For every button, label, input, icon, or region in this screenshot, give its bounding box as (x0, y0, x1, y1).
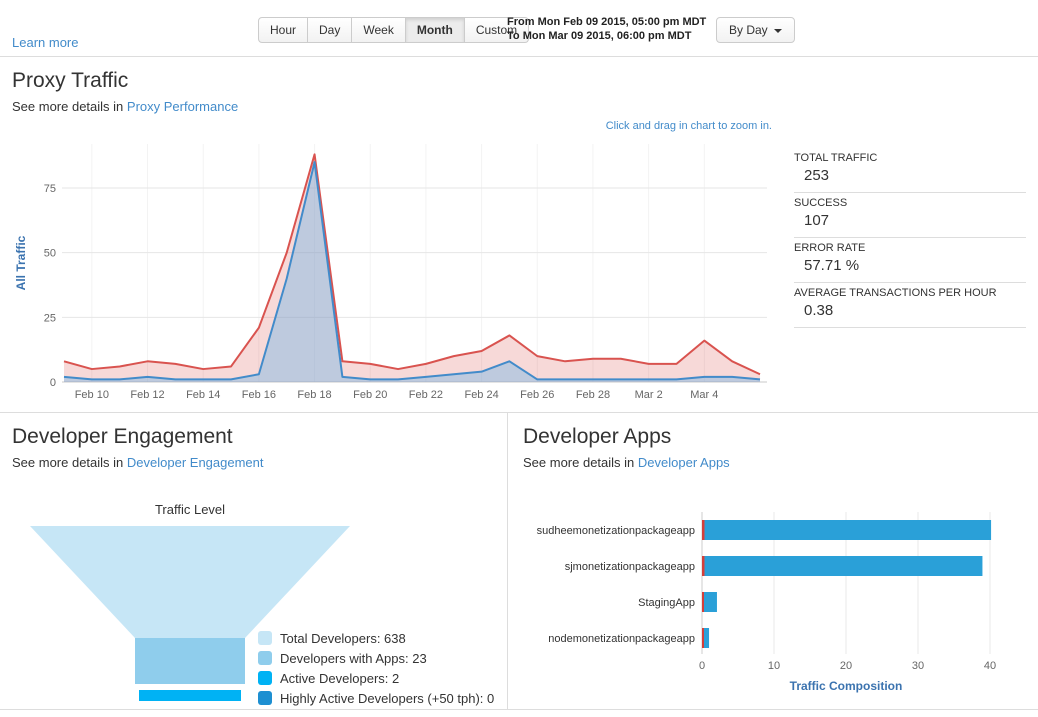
group-by-label: By Day (729, 23, 768, 37)
legend-item: Highly Active Developers (+50 tph): 0 (258, 688, 494, 708)
learn-more-link[interactable]: Learn more (12, 35, 78, 50)
svg-text:75: 75 (44, 183, 56, 195)
range-button-week[interactable]: Week (352, 17, 406, 43)
stat-label: ERROR RATE (794, 242, 866, 254)
from-value: Mon Feb 09 2015, 05:00 pm MDT (537, 16, 707, 28)
proxy-traffic-section: Proxy Traffic See more details in Proxy … (0, 69, 1038, 406)
svg-text:Feb 28: Feb 28 (576, 389, 610, 401)
to-value: Mon Mar 09 2015, 06:00 pm MDT (522, 30, 692, 42)
developer-apps-section: Developer Apps See more details in Devel… (508, 413, 1038, 709)
stat-value: 107 (804, 212, 830, 229)
svg-text:0: 0 (699, 660, 705, 672)
analytics-dashboard: Learn more Hour Day Week Month Custom From M… (0, 0, 1038, 710)
legend-swatch-icon (258, 631, 272, 645)
stat-label: SUCCESS (794, 197, 848, 209)
legend-swatch-icon (258, 671, 272, 685)
date-range-from: From Mon Feb 09 2015, 05:00 pm MDT (507, 15, 706, 29)
from-label: From (507, 16, 535, 28)
svg-text:10: 10 (768, 660, 780, 672)
caret-down-icon (773, 28, 782, 33)
svg-text:sjmonetizationpackageapp: sjmonetizationpackageapp (565, 561, 695, 573)
svg-text:40: 40 (984, 660, 996, 672)
developer-engagement-title: Developer Engagement (12, 425, 233, 448)
svg-text:sudheemonetizationpackageapp: sudheemonetizationpackageapp (537, 525, 695, 537)
range-button-day[interactable]: Day (308, 17, 353, 43)
legend-item: Total Developers: 638 (258, 628, 494, 648)
traffic-composition-label: Traffic Composition (789, 679, 903, 693)
svg-text:Feb 14: Feb 14 (186, 389, 220, 401)
legend-item: Active Developers: 2 (258, 668, 494, 688)
svg-text:All Traffic: All Traffic (14, 235, 28, 290)
svg-text:25: 25 (44, 312, 56, 324)
legend-label: Total Developers: 638 (280, 630, 406, 646)
svg-text:StagingApp: StagingApp (638, 597, 695, 609)
svg-text:Mar 2: Mar 2 (635, 389, 663, 401)
svg-text:Feb 24: Feb 24 (464, 389, 498, 401)
stat-value: 253 (804, 167, 830, 184)
stat-item: SUCCESS 107 (794, 193, 1026, 238)
legend-label: Active Developers: 2 (280, 670, 400, 686)
apps-chart-area: 0 10 20 30 40 sudheemonetizationpackageapp sjm… (523, 512, 1023, 693)
date-range-to: To Mon Mar 09 2015, 06:00 pm MDT (507, 29, 706, 43)
svg-text:50: 50 (44, 248, 56, 260)
stat-item: ERROR RATE 57.71 % (794, 238, 1026, 283)
developer-engagement-details: See more details in Developer Engagement (12, 455, 495, 470)
svg-text:nodemonetizationpackageapp: nodemonetizationpackageapp (548, 633, 695, 645)
developer-engagement-section: Developer Engagement See more details in… (0, 413, 508, 709)
range-button-group: Hour Day Week Month Custom (258, 17, 530, 43)
svg-text:Feb 16: Feb 16 (242, 389, 276, 401)
range-button-hour[interactable]: Hour (258, 17, 309, 43)
proxy-traffic-title: Proxy Traffic (12, 69, 129, 92)
svg-text:Feb 10: Feb 10 (75, 389, 109, 401)
bottom-row: Developer Engagement See more details in… (0, 412, 1038, 710)
details-prefix: See more details in (12, 455, 124, 470)
engagement-legend: Total Developers: 638 Developers with App… (258, 628, 494, 708)
proxy-traffic-chart[interactable]: Feb 10 Feb 12 Feb 14 Feb 16 Feb 18 Feb 20 Feb … (12, 134, 780, 406)
topbar: Learn more Hour Day Week Month Custom From M… (0, 0, 1038, 57)
traffic-stats: TOTAL TRAFFIC 253 SUCCESS 107 ERROR RATE 57.7… (794, 148, 1026, 328)
svg-text:Feb 26: Feb 26 (520, 389, 554, 401)
details-prefix: See more details in (523, 455, 635, 470)
legend-item: Developers with Apps: 23 (258, 648, 494, 668)
developer-apps-details: See more details in Developer Apps (523, 455, 1023, 470)
svg-text:Feb 12: Feb 12 (130, 389, 164, 401)
svg-text:30: 30 (912, 660, 924, 672)
svg-text:Mar 4: Mar 4 (690, 389, 718, 401)
legend-label: Developers with Apps: 23 (280, 650, 427, 666)
zoom-hint: Click and drag in chart to zoom in. (605, 120, 772, 132)
developer-apps-chart: 0 10 20 30 40 sudheemonetizationpackageapp sjm… (537, 512, 996, 672)
developer-apps-title: Developer Apps (523, 425, 672, 448)
legend-swatch-icon (258, 691, 272, 705)
svg-text:Feb 20: Feb 20 (353, 389, 387, 401)
legend-label: Highly Active Developers (+50 tph): 0 (280, 690, 495, 706)
range-button-month[interactable]: Month (405, 17, 465, 43)
funnel-chart-area: Traffic Level Total Developers: 638 Devel… (12, 502, 495, 714)
stat-item: TOTAL TRAFFIC 253 (794, 148, 1026, 193)
svg-text:Feb 22: Feb 22 (409, 389, 443, 401)
stat-value: 57.71 % (804, 257, 860, 274)
stat-label: AVERAGE TRANSACTIONS PER HOUR (794, 287, 997, 299)
stat-value: 0.38 (804, 302, 834, 319)
details-prefix: See more details in (12, 99, 124, 114)
group-by-dropdown[interactable]: By Day (716, 17, 795, 43)
legend-swatch-icon (258, 651, 272, 665)
stat-label: TOTAL TRAFFIC (794, 152, 878, 164)
developer-apps-link[interactable]: Developer Apps (638, 455, 730, 470)
proxy-performance-link[interactable]: Proxy Performance (127, 99, 238, 114)
svg-text:0: 0 (50, 377, 56, 389)
proxy-traffic-details: See more details in Proxy Performance (12, 99, 1026, 114)
svg-text:Feb 18: Feb 18 (297, 389, 331, 401)
proxy-chart-row: Feb 10 Feb 12 Feb 14 Feb 16 Feb 18 Feb 20 Feb … (12, 134, 1026, 406)
svg-text:20: 20 (840, 660, 852, 672)
developer-engagement-link[interactable]: Developer Engagement (127, 455, 264, 470)
stat-item: AVERAGE TRANSACTIONS PER HOUR 0.38 (794, 283, 1026, 328)
funnel-title: Traffic Level (154, 502, 226, 517)
to-label: To (507, 30, 520, 42)
date-range: From Mon Feb 09 2015, 05:00 pm MDT To Mo… (507, 15, 706, 43)
